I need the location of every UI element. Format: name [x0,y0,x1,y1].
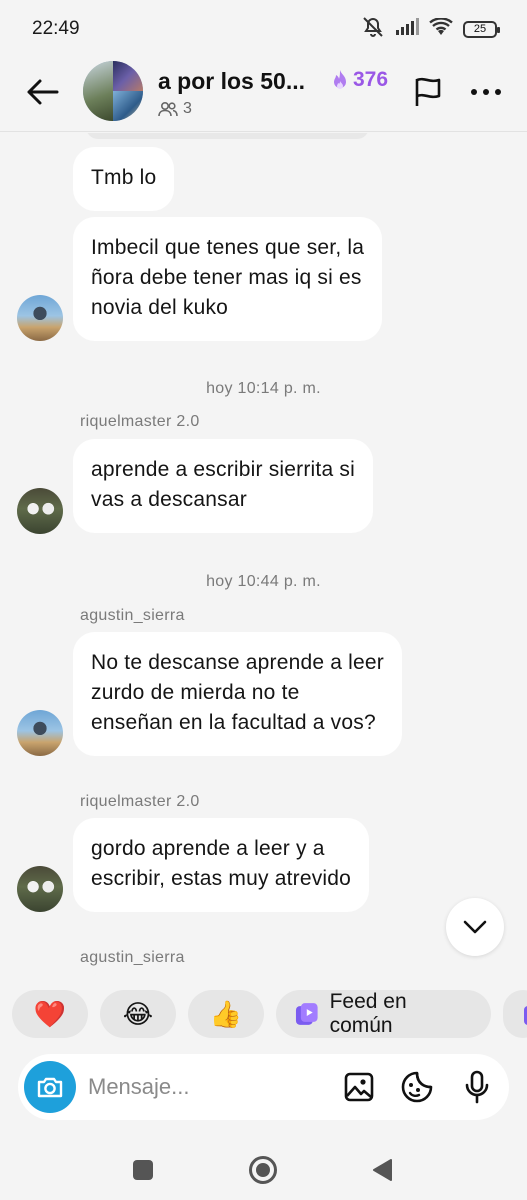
battery-icon: 25 [463,20,500,38]
image-icon [344,1072,374,1102]
more-options-button[interactable] [466,72,506,112]
streak-badge[interactable]: 376 [330,68,388,92]
group-avatar[interactable] [83,61,143,121]
quick-reply-feed[interactable]: Feed en común [276,990,491,1038]
recents-icon [133,1160,153,1180]
avatar-riquelmaster[interactable] [17,866,63,912]
gallery-button[interactable] [340,1068,378,1106]
feed-label: Feed en común [329,990,407,1037]
quick-replies: ❤️ 😂 👍 Feed en común [0,990,527,1038]
members-icon [158,101,178,117]
sender-name: riquelmaster 2.0 [80,413,200,430]
status-icons: 25 [361,16,500,43]
scroll-to-bottom-button[interactable] [446,898,504,956]
sticker-icon [401,1071,433,1103]
message-bubble[interactable]: Tmb lo [73,147,175,211]
quick-reply-more[interactable] [503,990,527,1038]
message-list[interactable]: Tmb lo Imbecil que tenes que ser, la ñor… [0,133,527,978]
report-button[interactable] [408,72,448,112]
avatar-riquelmaster[interactable] [17,488,63,534]
mute-icon [361,16,385,43]
streak-count: 376 [353,68,389,91]
partial-message-bubble [86,133,369,139]
more-icon [471,89,501,95]
sticker-button[interactable] [398,1068,436,1106]
heart-icon: ❤️ [33,998,67,1029]
feed-icon [295,1003,318,1025]
status-time: 22:49 [32,18,80,39]
message-bubble[interactable]: Imbecil que tenes que ser, la ñora debe … [73,217,383,341]
back-arrow-icon [27,79,59,105]
message-bubble[interactable]: gordo aprende a leer y a escribir, estas… [73,818,370,912]
member-count[interactable]: 3 [158,100,192,118]
feed-icon [524,1006,527,1025]
flag-icon [415,77,441,106]
voice-message-button[interactable] [458,1068,496,1106]
message-timestamp: hoy 10:14 p. m. [206,380,321,397]
quick-reply-heart[interactable]: ❤️ [12,990,88,1038]
microphone-icon [465,1070,489,1104]
message-bubble[interactable]: aprende a escribir sierrita si vas a des… [73,439,373,533]
camera-icon [37,1077,63,1098]
back-nav-button[interactable] [362,1150,402,1190]
sender-name: agustin_sierra [80,949,185,966]
message-composer [18,1054,509,1120]
quick-reply-laugh[interactable]: 😂 [100,990,176,1038]
member-count-value: 3 [183,100,192,117]
chat-header: a por los 50... 376 3 [0,58,527,132]
system-nav-bar [0,1140,527,1200]
avatar-agustin-sierra[interactable] [17,295,63,341]
flame-icon [334,70,346,89]
wifi-icon [429,16,453,41]
recents-button[interactable] [123,1150,163,1190]
camera-button[interactable] [24,1061,76,1113]
back-triangle-icon [373,1159,392,1181]
chevron-down-icon [463,920,487,934]
thumbs-up-icon: 👍 [209,998,243,1029]
avatar-agustin-sierra[interactable] [17,710,63,756]
sender-name: agustin_sierra [80,607,185,624]
signal-icon [395,17,419,41]
laughing-face-icon: 😂 [122,998,154,1029]
home-icon [249,1156,277,1184]
quick-reply-thumbs-up[interactable]: 👍 [188,990,264,1038]
group-name[interactable]: a por los 50... [158,68,305,95]
message-timestamp: hoy 10:44 p. m. [206,573,321,590]
message-bubble[interactable]: No te descanse aprende a leer zurdo de m… [73,632,402,756]
sender-name: riquelmaster 2.0 [80,793,200,810]
home-button[interactable] [243,1150,283,1190]
back-button[interactable] [22,72,62,112]
message-input[interactable] [88,1068,328,1106]
status-bar: 22:49 25 [0,0,527,58]
